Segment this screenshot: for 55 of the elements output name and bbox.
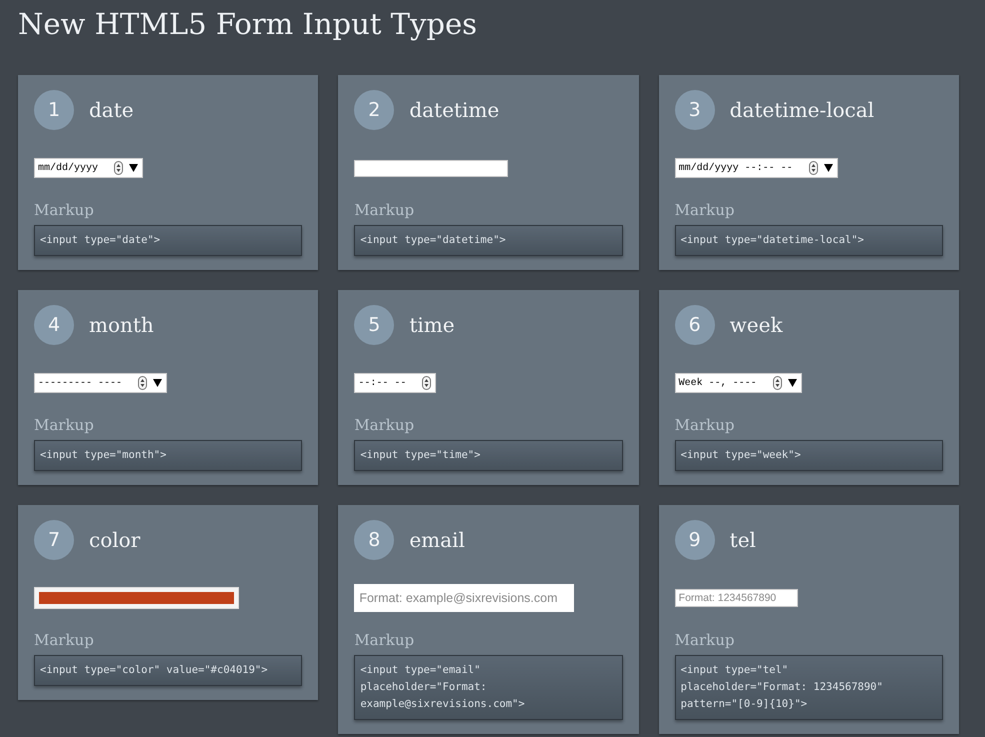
email-input-field[interactable]: Format: example@sixrevisions.com (354, 584, 574, 612)
number-badge: 2 (354, 90, 394, 130)
markup-label: Markup (674, 200, 734, 220)
markup-label: Markup (674, 415, 734, 435)
dropdown-caret-icon[interactable] (153, 379, 162, 387)
card-title: week (730, 312, 783, 339)
code-block: <input type="datetime"> (354, 225, 623, 256)
markup-label: Markup (354, 200, 414, 220)
markup-label: Markup (34, 630, 94, 650)
markup-label: Markup (674, 630, 734, 650)
dropdown-caret-icon[interactable] (824, 164, 833, 172)
card-title: month (89, 312, 154, 339)
code-block: <input type="time"> (354, 440, 623, 471)
card-title: email (409, 527, 465, 554)
number-badge: 7 (34, 520, 74, 560)
date-input-field[interactable]: --:-- -- (354, 373, 436, 393)
code-block: <input type="datetime-local"> (674, 225, 943, 256)
code-block: <input type="month"> (34, 440, 302, 471)
card-title: time (409, 312, 455, 339)
stepper-icon[interactable] (114, 161, 124, 175)
phone-input-field[interactable]: Format: 1234567890 (674, 589, 798, 607)
card-title: date (89, 97, 134, 124)
date-input-field[interactable]: mm/dd/yyyy (34, 158, 144, 178)
page-title: New HTML5 Form Input Types (18, 6, 477, 43)
stepper-icon[interactable] (138, 376, 148, 390)
card-title: tel (730, 527, 756, 554)
stepper-icon[interactable] (422, 376, 432, 390)
dropdown-caret-icon[interactable] (788, 379, 797, 387)
date-input-field[interactable]: --------- ---- (34, 373, 168, 393)
markup-label: Markup (354, 415, 414, 435)
card-title: datetime (409, 97, 500, 124)
color-input-field[interactable] (34, 587, 239, 609)
markup-label: Markup (34, 415, 94, 435)
number-badge: 4 (34, 305, 74, 345)
text-input-field[interactable] (354, 160, 508, 176)
markup-label: Markup (354, 630, 414, 650)
date-input-field[interactable]: Week --, ---- (674, 373, 802, 393)
code-block: <input type="email" placeholder="Format: example@sixrevisions.com"> (354, 655, 623, 720)
stepper-icon[interactable] (772, 376, 782, 390)
code-block: <input type="tel" placeholder="Format: 1234567890" pattern="[0-9]{10}"> (674, 655, 943, 720)
number-badge: 5 (354, 305, 394, 345)
code-block: <input type="date"> (34, 225, 302, 256)
number-badge: 9 (674, 520, 715, 560)
code-block: <input type="week"> (674, 440, 943, 471)
stepper-icon[interactable] (808, 161, 818, 175)
markup-label: Markup (34, 200, 94, 220)
card-title: color (89, 527, 140, 554)
number-badge: 3 (674, 90, 715, 130)
code-block: <input type="color" value="#c04019"> (34, 655, 302, 686)
date-input-field[interactable]: mm/dd/yyyy --:-- -- (674, 158, 838, 178)
dropdown-caret-icon[interactable] (129, 164, 138, 172)
number-badge: 1 (34, 90, 74, 130)
number-badge: 6 (674, 305, 715, 345)
card-title: datetime-local (730, 97, 874, 124)
number-badge: 8 (354, 520, 394, 560)
